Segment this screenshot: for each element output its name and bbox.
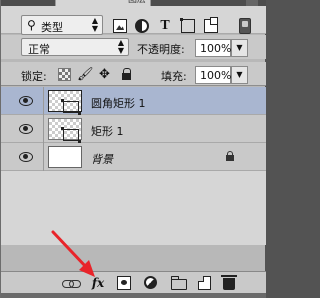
lock-transparent-pixels-icon[interactable] xyxy=(58,68,71,81)
filter-kind-label: 类型 xyxy=(41,21,63,34)
tab-layers-label: 图层 xyxy=(128,0,147,5)
fill-field[interactable]: 100% xyxy=(195,66,231,84)
shape-layer-icon xyxy=(61,127,81,143)
filter-toggle-switch[interactable] xyxy=(239,18,251,34)
layer-mask-icon[interactable] xyxy=(117,276,131,290)
layer-name[interactable]: 圆角矩形 1 xyxy=(91,95,146,111)
filter-row: ⚲ 类型 ▲ ▼ T xyxy=(1,6,266,35)
panel-bottom-edge xyxy=(1,293,266,298)
link-layers-icon[interactable] xyxy=(62,276,81,290)
opacity-value: 100% xyxy=(200,42,232,55)
eye-icon[interactable] xyxy=(19,96,33,106)
shape-layer-icon xyxy=(61,99,81,115)
fill-dropdown-button[interactable]: ▼ xyxy=(231,66,248,84)
layers-bottom-bar: fx xyxy=(1,271,266,293)
fill-label: 填充: xyxy=(161,70,187,83)
select-arrows-icon: ▲ ▼ xyxy=(117,38,124,55)
select-arrows-icon: ▲ ▼ xyxy=(91,16,98,33)
trash-icon[interactable] xyxy=(221,275,237,290)
blend-mode-select[interactable]: 正常 ▲ ▼ xyxy=(21,38,129,56)
layer-name[interactable]: 背景 xyxy=(91,151,113,167)
opacity-dropdown-button[interactable]: ▼ xyxy=(231,39,248,57)
new-layer-icon[interactable] xyxy=(198,276,211,290)
layer-row[interactable]: 圆角矩形 1 xyxy=(1,87,266,115)
layer-thumbnail[interactable] xyxy=(48,146,82,168)
divider xyxy=(43,87,44,115)
divider xyxy=(43,143,44,171)
lock-position-icon[interactable]: ✥ xyxy=(99,68,112,81)
eye-icon[interactable] xyxy=(19,152,33,162)
smart-object-filter-icon[interactable] xyxy=(204,17,218,33)
eye-icon[interactable] xyxy=(19,124,33,134)
fill-value: 100% xyxy=(200,69,232,82)
group-folder-icon[interactable] xyxy=(171,276,187,290)
layer-row[interactable]: 矩形 1 xyxy=(1,115,266,143)
image-filter-icon[interactable] xyxy=(113,19,127,33)
layers-list: 圆角矩形 1 矩形 1 背景 xyxy=(1,87,266,245)
magnifier-icon: ⚲ xyxy=(27,18,36,32)
opacity-field[interactable]: 100% xyxy=(195,39,231,57)
lock-all-icon[interactable] xyxy=(120,68,133,81)
shape-filter-icon[interactable] xyxy=(180,18,195,33)
divider xyxy=(43,115,44,143)
chevron-down-icon: ▼ xyxy=(236,70,243,79)
fx-icon[interactable]: fx xyxy=(89,276,107,290)
layer-name[interactable]: 矩形 1 xyxy=(91,123,124,139)
layers-panel: 图层 ⚲ 类型 ▲ ▼ T 正常 ▲ ▼ 不透明度: 100% ▼ 锁定: 🖌 ✥ xyxy=(0,0,266,298)
layer-row[interactable]: 背景 xyxy=(1,143,266,171)
type-filter-icon[interactable]: T xyxy=(158,19,172,33)
blend-mode-value: 正常 xyxy=(28,43,50,56)
chevron-down-icon: ▼ xyxy=(236,43,243,52)
opacity-label: 不透明度: xyxy=(137,43,185,56)
adjustment-layer-icon[interactable] xyxy=(144,276,157,289)
lock-icon xyxy=(225,151,235,162)
lock-image-pixels-icon[interactable]: 🖌 xyxy=(77,68,94,81)
adjustment-filter-icon[interactable] xyxy=(135,19,149,33)
lock-label: 锁定: xyxy=(21,70,47,83)
filter-kind-select[interactable]: ⚲ 类型 ▲ ▼ xyxy=(21,15,103,35)
